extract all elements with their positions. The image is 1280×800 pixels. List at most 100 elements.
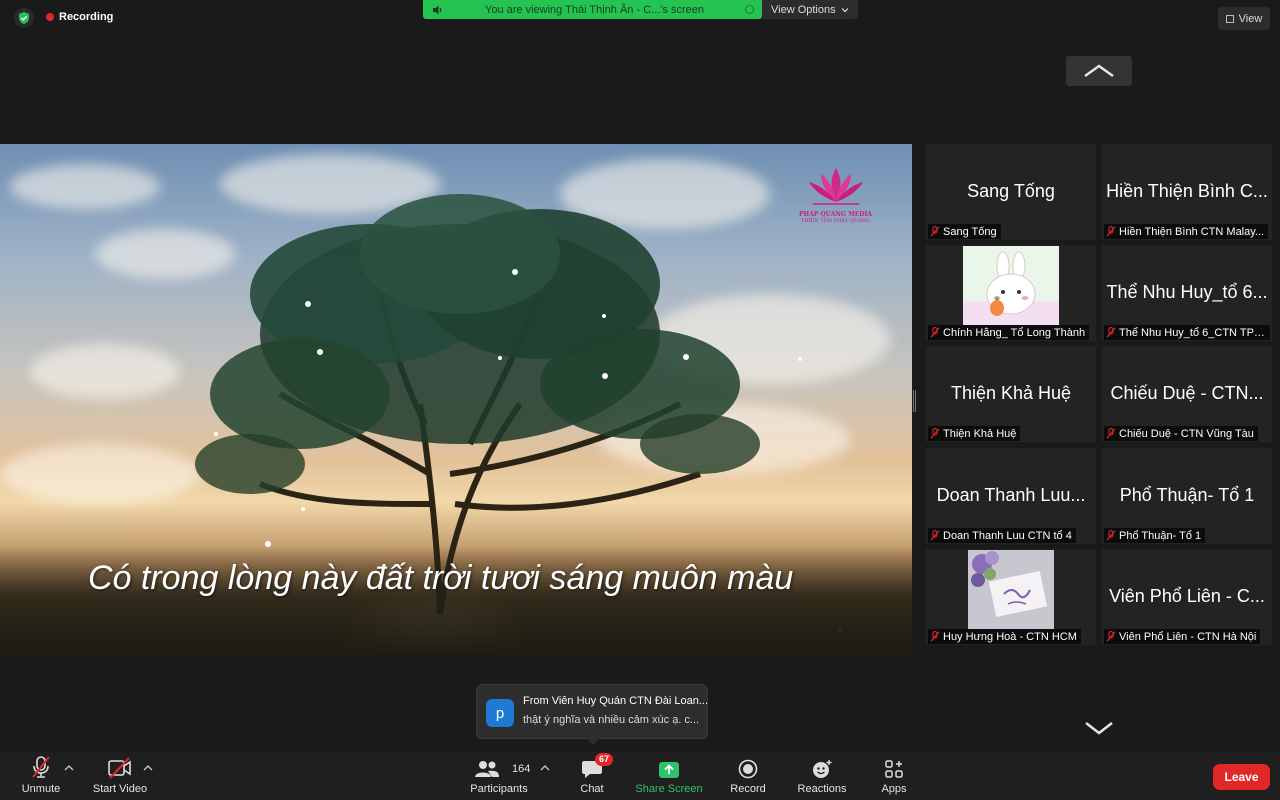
participant-name: Huy Hưng Hoà - CTN HCM bbox=[943, 630, 1077, 643]
scroll-down-chevron-icon[interactable] bbox=[1084, 720, 1114, 736]
participant-name-label: Hiền Thiện Bình CTN Malay... bbox=[1104, 224, 1269, 239]
participant-name: Hiền Thiện Bình CTN Malay... bbox=[1119, 225, 1265, 238]
muted-mic-icon bbox=[1106, 530, 1116, 541]
record-label: Record bbox=[730, 783, 766, 795]
leave-button[interactable]: Leave bbox=[1213, 764, 1270, 790]
start-video-button[interactable]: Start Video bbox=[86, 752, 154, 800]
chat-notification-from: From Viên Huy Quán CTN Đài Loan... bbox=[523, 695, 709, 707]
participant-name: Chính Hằng_ Tổ Long Thành bbox=[943, 326, 1086, 339]
muted-mic-icon bbox=[1106, 327, 1116, 338]
shared-screen-view: PHÁP QUANG MEDIA THIỀN TÔN PHẬT QUANG Có… bbox=[0, 144, 912, 656]
chat-unread-badge: 67 bbox=[595, 753, 614, 766]
muted-mic-icon bbox=[1106, 428, 1116, 439]
record-button[interactable]: Record bbox=[723, 752, 773, 800]
muted-mic-icon bbox=[1106, 631, 1116, 642]
participant-tile[interactable]: Thể Nhu Huy_tổ 6... Thể Nhu Huy_tổ 6_CTN… bbox=[1102, 245, 1272, 341]
popup-tail bbox=[586, 738, 600, 745]
share-screen-button[interactable]: Share Screen bbox=[630, 752, 708, 800]
participant-name-label: Chính Hằng_ Tổ Long Thành bbox=[928, 325, 1090, 340]
participant-tile[interactable]: Chiếu Duệ - CTN... Chiếu Duệ - CTN Vũng … bbox=[1102, 346, 1272, 442]
muted-mic-icon bbox=[930, 327, 940, 338]
participant-name-label: Thiện Khả Huệ bbox=[928, 426, 1021, 441]
security-shield-icon[interactable] bbox=[14, 8, 34, 28]
muted-mic-icon bbox=[930, 631, 940, 642]
participant-name-label: Sang Tống bbox=[928, 224, 1001, 239]
participant-name: Viên Phổ Liên - CTN Hà Nội bbox=[1119, 630, 1257, 643]
muted-mic-icon bbox=[930, 226, 940, 237]
participant-name: Thiện Khả Huệ bbox=[943, 427, 1017, 440]
video-off-icon bbox=[108, 757, 131, 779]
muted-mic-icon bbox=[930, 428, 940, 439]
participant-tile[interactable]: Viên Phổ Liên - C... Viên Phổ Liên - CTN… bbox=[1102, 549, 1272, 645]
participant-name-label: Phổ Thuận- Tổ 1 bbox=[1104, 528, 1206, 543]
apps-button[interactable]: Apps bbox=[872, 752, 916, 800]
participant-tile[interactable]: Thiện Khả Huệ Thiện Khả Huệ bbox=[926, 346, 1096, 442]
muted-microphone-icon bbox=[32, 756, 50, 778]
unmute-button[interactable]: Unmute bbox=[14, 752, 68, 800]
circle-icon bbox=[745, 5, 754, 14]
participant-display-name: Thể Nhu Huy_tổ 6... bbox=[1106, 282, 1268, 302]
participants-button[interactable]: Participants bbox=[464, 752, 534, 800]
apps-label: Apps bbox=[881, 783, 907, 795]
logo-subtitle: THIỀN TÔN PHẬT QUANG bbox=[800, 218, 871, 224]
participant-name-label: Huy Hưng Hoà - CTN HCM bbox=[928, 629, 1081, 644]
grid-icon bbox=[1225, 14, 1234, 23]
share-screen-icon bbox=[659, 762, 679, 778]
logo-title: PHÁP QUANG MEDIA bbox=[799, 211, 872, 218]
participant-name: Phổ Thuận- Tổ 1 bbox=[1119, 529, 1202, 542]
view-options-button[interactable]: View Options bbox=[762, 0, 858, 19]
participant-name: Thể Nhu Huy_tổ 6_CTN TPH... bbox=[1119, 326, 1266, 339]
chat-sender-avatar: p bbox=[486, 699, 514, 727]
participant-count: 164 bbox=[512, 763, 531, 775]
participant-name: Doan Thanh Luu CTN tổ 4 bbox=[943, 529, 1072, 542]
participant-display-name: Viên Phổ Liên - C... bbox=[1109, 586, 1265, 606]
chat-label: Chat bbox=[580, 783, 604, 795]
recording-indicator[interactable]: Recording bbox=[46, 11, 113, 23]
unmute-label: Unmute bbox=[21, 783, 61, 795]
recording-label: Recording bbox=[59, 11, 114, 23]
participants-options-chevron-icon[interactable] bbox=[540, 764, 550, 772]
participant-tile[interactable]: Huy Hưng Hoà - CTN HCM bbox=[926, 549, 1096, 645]
speaker-icon bbox=[433, 5, 442, 14]
chevron-up-icon bbox=[1084, 64, 1114, 78]
participant-display-name: Sang Tống bbox=[967, 181, 1055, 201]
participants-label: Participants bbox=[470, 783, 528, 795]
participant-tile[interactable]: Phổ Thuận- Tổ 1 Phổ Thuận- Tổ 1 bbox=[1102, 448, 1272, 544]
participant-display-name: Thiện Khả Huệ bbox=[950, 383, 1072, 403]
reactions-button[interactable]: Reactions bbox=[792, 752, 852, 800]
participant-name-label: Chiếu Duệ - CTN Vũng Tàu bbox=[1104, 426, 1258, 441]
audio-options-chevron-icon[interactable] bbox=[64, 764, 74, 772]
participant-name-label: Doan Thanh Luu CTN tổ 4 bbox=[928, 528, 1076, 543]
participant-tile[interactable]: Sang Tống Sang Tống bbox=[926, 144, 1096, 240]
view-options-label: View Options bbox=[771, 3, 836, 16]
view-button[interactable]: View bbox=[1218, 7, 1270, 30]
record-icon bbox=[738, 759, 758, 779]
apps-icon bbox=[885, 760, 903, 778]
video-options-chevron-icon[interactable] bbox=[143, 764, 153, 772]
muted-mic-icon bbox=[1106, 226, 1116, 237]
participant-tile[interactable]: Chính Hằng_ Tổ Long Thành bbox=[926, 245, 1096, 341]
participant-tile[interactable]: Doan Thanh Luu... Doan Thanh Luu CTN tổ … bbox=[926, 448, 1096, 544]
phap-quang-media-logo: PHÁP QUANG MEDIA THIỀN TÔN PHẬT QUANG bbox=[793, 164, 878, 228]
view-label: View bbox=[1238, 12, 1263, 25]
participant-display-name: Hiền Thiện Bình C... bbox=[1106, 181, 1268, 201]
participant-name-label: Thể Nhu Huy_tổ 6_CTN TPH... bbox=[1104, 325, 1270, 340]
participants-icon bbox=[475, 761, 499, 777]
recording-dot-icon bbox=[46, 13, 54, 21]
reaction-smiley-icon bbox=[813, 760, 832, 778]
chat-notification-message: thật ý nghĩa và nhiều cảm xúc ạ. c... bbox=[523, 714, 700, 726]
participant-name-label: Viên Phổ Liên - CTN Hà Nội bbox=[1104, 629, 1261, 644]
lotus-icon bbox=[808, 168, 863, 205]
participant-tile[interactable]: Hiền Thiện Bình C... Hiền Thiện Bình CTN… bbox=[1102, 144, 1272, 240]
participant-display-name: Chiếu Duệ - CTN... bbox=[1110, 383, 1264, 403]
chat-notification-popup[interactable]: p From Viên Huy Quán CTN Đài Loan... thậ… bbox=[476, 684, 709, 745]
participant-display-name: Doan Thanh Luu... bbox=[936, 485, 1086, 505]
start-video-label: Start Video bbox=[92, 783, 148, 795]
chevron-down-icon bbox=[841, 7, 849, 12]
bunny-avatar-image bbox=[963, 246, 1059, 325]
participant-display-name: Phổ Thuận- Tổ 1 bbox=[1119, 485, 1255, 505]
panel-splitter-handle[interactable] bbox=[913, 390, 916, 412]
reactions-label: Reactions bbox=[797, 783, 847, 795]
participant-name: Chiếu Duệ - CTN Vũng Tàu bbox=[1119, 427, 1254, 440]
scroll-up-button[interactable] bbox=[1066, 56, 1132, 86]
